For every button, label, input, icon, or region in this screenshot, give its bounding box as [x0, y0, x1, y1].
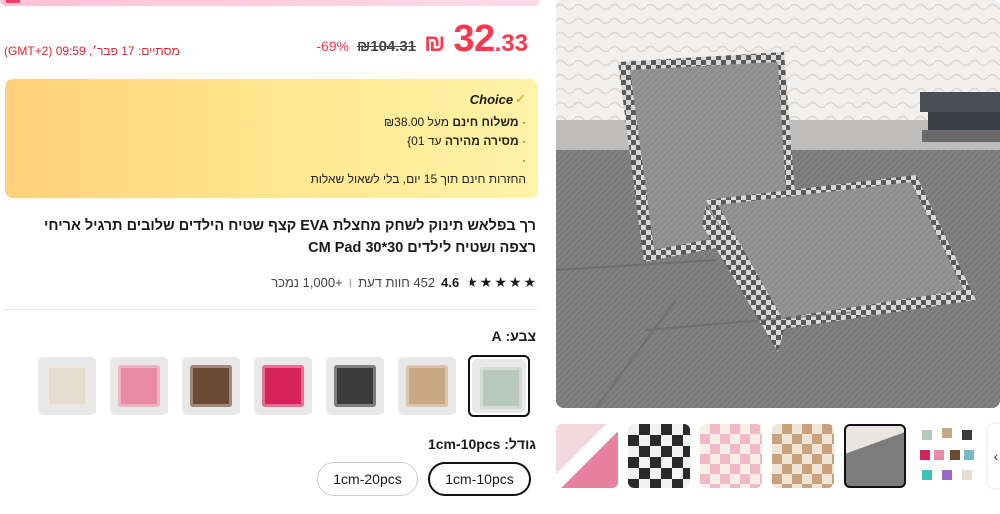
- rating-row: ★ ★ ★ ★ ★ 4.6 452 חוות דעת ו +1,000 נמכר: [271, 274, 536, 291]
- price-integer: 32: [453, 18, 495, 60]
- main-product-image-art: [556, 0, 1000, 408]
- product-title: רך בפלאש תינוק לשחק מחצלת EVA קצף שטיח ה…: [44, 218, 536, 256]
- main-product-image[interactable]: [556, 0, 1000, 408]
- color-swatch-f[interactable]: [108, 355, 170, 417]
- swatch-tile: [262, 365, 304, 407]
- check-icon: ✓: [515, 91, 526, 106]
- price-decimal: .33: [494, 30, 528, 57]
- discount-badge: 69%-: [316, 38, 349, 54]
- free-shipping-label: משלוח חינם: [452, 115, 519, 129]
- divider: [5, 309, 538, 310]
- original-price: ₪104.31: [356, 38, 417, 55]
- color-swatch-g[interactable]: [36, 355, 98, 417]
- fast-delivery-label: מסירה מהירה: [444, 134, 519, 148]
- size-option-10pcs[interactable]: 1cm-10pcs: [428, 462, 531, 496]
- free-shipping-threshold: מעל ₪38.00: [383, 115, 449, 129]
- product-info-panel: 32 .33 ₪ ₪104.31 69%- מסתיים: 17 פבר׳, 0…: [0, 0, 540, 514]
- swatch-tile: [46, 365, 88, 407]
- choice-badge: ✓ Choice: [17, 91, 526, 107]
- promo-banner-strip[interactable]: [0, 0, 540, 6]
- benefit-free-returns: החזרות חינם תוך 15 יום, בלי לשאול שאלות: [310, 172, 526, 186]
- color-swatch-list: [36, 355, 532, 417]
- thumbnail-2[interactable]: [628, 424, 690, 488]
- size-label: גודל: 1cm-10pcs: [427, 436, 536, 452]
- swatch-tile: [480, 367, 522, 409]
- chevron-right-icon[interactable]: ›: [988, 424, 1000, 488]
- thumbnail-3[interactable]: [700, 424, 762, 488]
- price-currency: ₪: [424, 30, 446, 57]
- swatch-tile: [406, 365, 448, 407]
- rating-value: 4.6: [441, 275, 460, 290]
- thumbnail-strip: ›: [556, 424, 1000, 488]
- thumbnail-6-art: [920, 428, 974, 480]
- color-label: צבע: A: [491, 328, 536, 344]
- swatch-tile: [118, 365, 160, 407]
- review-count[interactable]: 452 חוות דעת: [358, 275, 435, 290]
- star-icon: ★: [479, 274, 493, 290]
- rating-separator: ו: [348, 275, 353, 290]
- swatch-tile: [334, 365, 376, 407]
- star-icon: ★: [508, 274, 522, 290]
- color-swatch-a[interactable]: [468, 355, 530, 417]
- thumbnail-4[interactable]: [772, 424, 834, 488]
- choice-benefits-box[interactable]: ✓ Choice משלוח חינם מעל ₪38.00 מסירה מהי…: [5, 79, 538, 198]
- choice-benefits-list: משלוח חינם מעל ₪38.00 מסירה מהירה עד 01}…: [17, 113, 526, 189]
- benefit-free-shipping: משלוח חינם מעל ₪38.00: [17, 113, 526, 132]
- price-row: 32 .33 ₪ ₪104.31 69%-: [316, 18, 528, 61]
- fast-delivery-date: עד 01}: [407, 134, 442, 148]
- star-icon: ★: [494, 274, 507, 290]
- size-option-20pcs[interactable]: 1cm-20pcs: [317, 462, 418, 496]
- product-gallery: ›: [556, 0, 1000, 514]
- swatch-tile: [190, 365, 232, 407]
- color-swatch-c[interactable]: [324, 355, 386, 417]
- thumbnail-5[interactable]: [844, 424, 906, 488]
- color-swatch-d[interactable]: [252, 355, 314, 417]
- choice-badge-label: Choice: [469, 91, 514, 107]
- star-icon: ★: [523, 274, 536, 290]
- promo-banner-accent: [6, 0, 20, 3]
- current-price: 32 .33: [453, 18, 528, 61]
- benefit-empty: [17, 151, 526, 170]
- star-rating[interactable]: ★ ★ ★ ★ ★: [465, 274, 536, 291]
- star-half-icon: ★: [465, 274, 478, 290]
- sale-end-time: מסתיים: 17 פבר׳, 09:59 (GMT+2): [4, 44, 180, 58]
- color-swatch-b[interactable]: [396, 355, 458, 417]
- thumbnail-6[interactable]: [916, 424, 978, 488]
- sold-count: +1,000 נמכר: [271, 275, 343, 290]
- thumbnail-1[interactable]: [556, 424, 618, 488]
- benefit-fast-delivery: מסירה מהירה עד 01}: [17, 132, 526, 151]
- color-swatch-e[interactable]: [180, 355, 242, 417]
